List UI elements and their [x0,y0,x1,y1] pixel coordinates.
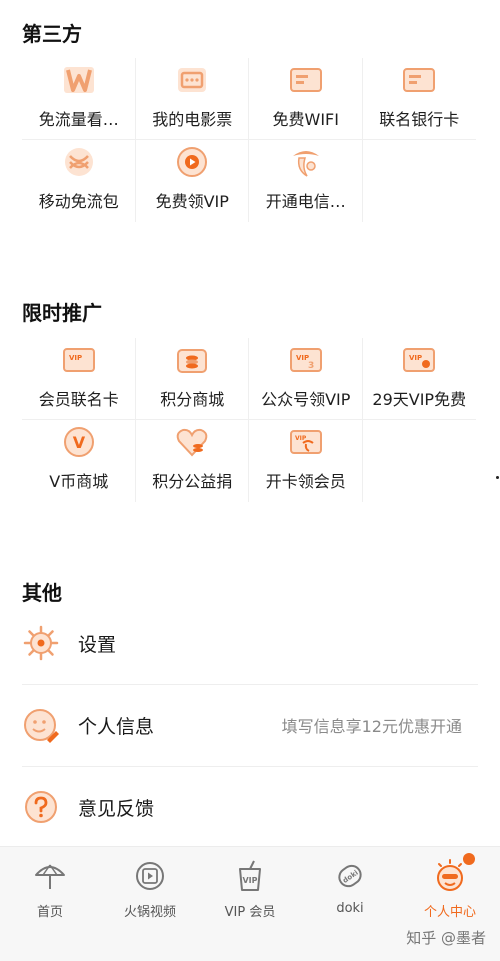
section-title-third-party: 第三方 [22,22,82,46]
grid-item-label: 积分公益捐 [152,472,233,491]
grid-item-label: 积分商城 [160,390,225,409]
list-item-label: 意见反馈 [78,797,155,820]
tab-hotpot-video[interactable]: 火锅视频 [100,859,200,920]
question-icon [22,788,60,826]
vip-cup-icon: VIP [233,859,267,893]
third-party-grid: 免流量看… 我的电影票 免费WIFI 联名银行卡 移动免流包 免费领VIP 开通… [22,58,476,222]
list-item-label: 设置 [78,633,117,656]
vip-3-icon: VIP 3 [289,344,323,376]
video-play-icon [175,146,209,178]
tab-label: 首页 [36,905,63,920]
section-title-promo: 限时推广 [22,301,102,325]
bank-card-icon [402,64,436,96]
grid-empty-cell [363,140,477,222]
grid-item-label: 我的电影票 [152,110,233,129]
profile-info-hint: 填写信息享12元优惠开通 [281,717,462,736]
notification-badge [463,853,475,865]
svg-text:VIP: VIP [69,354,82,362]
svg-text:3: 3 [308,361,314,371]
svg-text:VIP: VIP [409,354,422,362]
tab-label: VIP 会员 [224,905,276,920]
tab-label: 个人中心 [423,905,476,920]
grid-item-mobile-traffic[interactable]: 移动免流包 [22,140,136,222]
grid-item-free-wifi[interactable]: 免费WIFI [249,58,363,140]
doki-tag-icon: doki [333,859,367,893]
tab-doki[interactable]: doki doki [300,859,400,916]
grid-item-label: 29天VIP免费 [372,390,467,409]
card-icon [289,64,323,96]
grid-empty-cell [363,420,477,502]
tab-vip[interactable]: VIP VIP 会员 [200,859,300,920]
heart-coins-icon [175,426,209,458]
film-reel-icon [133,859,167,893]
grid-item-label: 开通电信… [265,192,346,211]
vip-card-icon: VIP [62,344,96,376]
china-telecom-icon [289,146,323,178]
grid-item-label: 移动免流包 [38,192,119,211]
grid-item-points-mall[interactable]: 积分商城 [135,338,250,420]
scroll-indicator-dot [496,476,499,479]
grid-item-free-traffic[interactable]: 免流量看… [22,58,136,140]
grid-item-vip-card[interactable]: VIP 会员联名卡 [22,338,136,420]
tab-label: doki [336,901,364,916]
grid-item-card-vip[interactable]: VIP 开卡领会员 [249,420,363,502]
grid-item-label: 免费领VIP [155,192,229,211]
svg-text:VIP: VIP [242,876,257,885]
grid-item-vcoin-mall[interactable]: V V币商城 [22,420,136,502]
list-item-settings[interactable]: 设置 [0,602,500,684]
grid-item-label: 联名银行卡 [379,110,460,129]
grid-item-label: 免费WIFI [272,110,339,129]
promo-grid: VIP 会员联名卡 积分商城 VIP 3 公众号领VIP VIP 29天VIP免费… [22,338,476,502]
vip-telecom-card-icon: VIP [289,426,323,458]
china-mobile-icon [62,146,96,178]
grid-item-points-donate[interactable]: 积分公益捐 [136,420,250,502]
ticket-icon [175,64,209,96]
gear-icon [22,624,60,662]
grid-item-label: V币商城 [49,472,109,491]
list-item-label: 个人信息 [78,715,155,738]
tab-home[interactable]: 首页 [0,859,100,920]
grid-item-movie-ticket[interactable]: 我的电影票 [135,58,250,140]
grid-item-label: 公众号领VIP [261,390,351,409]
profile-face-icon [433,859,467,893]
grid-item-telecom[interactable]: 开通电信… [249,140,363,222]
tab-label: 火锅视频 [123,905,176,920]
list-item-profile-info[interactable]: 个人信息 填写信息享12元优惠开通 [0,684,500,766]
grid-item-free-vip[interactable]: 免费领VIP [136,140,250,222]
list-item-feedback[interactable]: 意见反馈 [0,766,500,848]
v-coin-icon: V [62,426,96,458]
tab-profile[interactable]: 个人中心 [400,859,500,920]
grid-item-29day-vip[interactable]: VIP 29天VIP免费 [362,338,477,420]
grid-item-bank-card[interactable]: 联名银行卡 [362,58,477,140]
w-logo-icon [62,64,96,96]
grid-item-label: 会员联名卡 [38,390,119,409]
vip-month-icon: VIP [402,344,436,376]
grid-item-label: 免流量看… [38,110,119,129]
points-mall-icon [175,344,209,376]
grid-item-label: 开卡领会员 [265,472,346,491]
watermark: 知乎 @墨者 [406,929,486,947]
svg-text:V: V [73,433,86,452]
grid-item-wechat-vip[interactable]: VIP 3 公众号领VIP [249,338,363,420]
umbrella-icon [33,859,67,893]
smile-edit-icon [22,706,60,744]
